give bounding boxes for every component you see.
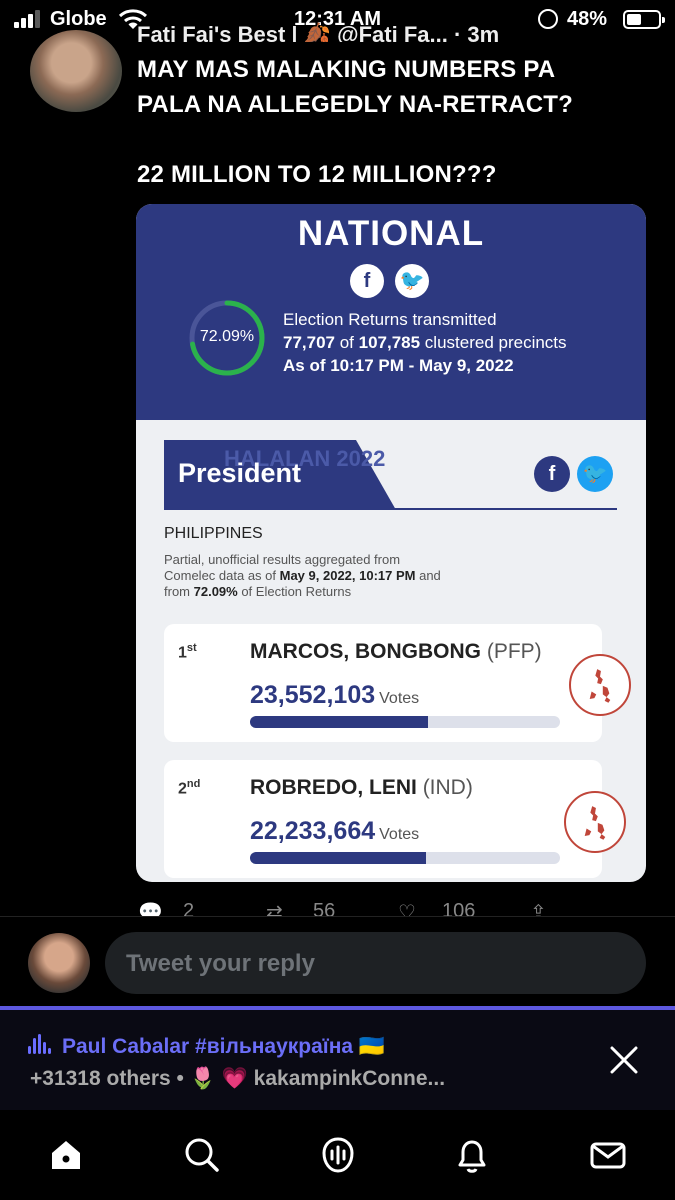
divider bbox=[0, 916, 675, 917]
tweet-author-line[interactable]: Fati Fai's Best | 🍂 @Fati Fa... · 3m bbox=[137, 22, 607, 42]
tweet-line: MAY MAS MALAKING NUMBERS PA bbox=[137, 56, 556, 83]
like-count: 106 bbox=[442, 900, 476, 916]
twitter-icon: 🐦 bbox=[577, 456, 613, 492]
rank-label: 1st bbox=[178, 642, 197, 662]
messages-icon[interactable] bbox=[588, 1135, 628, 1175]
vote-count: 23,552,103 Votes bbox=[250, 681, 420, 709]
battery-icon bbox=[623, 10, 665, 29]
space-listeners: +31318 others • 🌷 💗 kakampinkConne... bbox=[30, 1067, 446, 1090]
tweet-line: 22 MILLION TO 12 MILLION??? bbox=[137, 161, 497, 188]
vote-count: 22,233,664 Votes bbox=[250, 817, 420, 845]
candidate-party: (PFP) bbox=[486, 640, 542, 663]
note-text: of Election Returns bbox=[237, 584, 352, 599]
facebook-icon: f bbox=[350, 264, 384, 298]
note-text: from bbox=[164, 584, 194, 599]
percent-label: 72.09% bbox=[199, 328, 255, 345]
note-date: May 9, 2022, 10:17 PM bbox=[279, 568, 416, 583]
close-icon[interactable] bbox=[606, 1042, 642, 1078]
tweet-media-image[interactable]: NATIONAL f 🐦 72.09% Election Returns tra… bbox=[136, 204, 646, 882]
audio-wave-icon bbox=[28, 1034, 54, 1058]
votes-label: Votes bbox=[379, 826, 420, 843]
user-avatar[interactable] bbox=[28, 933, 90, 993]
spaces-banner[interactable] bbox=[0, 1010, 675, 1110]
twitter-icon: 🐦 bbox=[395, 264, 429, 298]
candidate-name: MARCOS, BONGBONG (PFP) bbox=[250, 640, 542, 663]
candidate-party: (IND) bbox=[422, 776, 473, 799]
rank-label: 2nd bbox=[178, 778, 201, 798]
retweet-icon[interactable]: ⇄ bbox=[266, 900, 283, 916]
reply-icon[interactable]: 💬 bbox=[138, 900, 163, 916]
facebook-icon: f bbox=[534, 456, 570, 492]
er-as-of: As of 10:17 PM - May 9, 2022 bbox=[283, 356, 514, 375]
election-returns-summary: Election Returns transmitted 77,707 of 1… bbox=[283, 308, 567, 377]
candidate-name: ROBREDO, LENI (IND) bbox=[250, 776, 473, 799]
note-line: Partial, unofficial results aggregated f… bbox=[164, 552, 401, 567]
country-label: PHILIPPINES bbox=[164, 525, 263, 542]
search-icon[interactable] bbox=[182, 1135, 222, 1175]
philippines-map-icon bbox=[564, 791, 626, 853]
note-text: and bbox=[415, 568, 441, 583]
er-of: of bbox=[335, 333, 359, 352]
share-icon[interactable]: ⇪ bbox=[530, 900, 547, 916]
tweet-actions: 💬 2 ⇄ 56 ♡ 106 ⇪ bbox=[0, 896, 675, 916]
reply-placeholder: Tweet your reply bbox=[126, 950, 315, 977]
vote-share-bar bbox=[250, 716, 560, 728]
vote-share-bar bbox=[250, 852, 560, 864]
candidate-card: 2nd ROBREDO, LENI (IND) 22,233,664 Votes bbox=[164, 760, 602, 878]
tweet-text: MAY MAS MALAKING NUMBERS PA PALA NA ALLE… bbox=[137, 52, 637, 192]
section-title: President bbox=[178, 458, 302, 488]
reply-count: 2 bbox=[183, 900, 195, 916]
philippines-map-icon bbox=[569, 654, 631, 716]
tweet-line: PALA NA ALLEGEDLY NA-RETRACT? bbox=[137, 91, 574, 118]
like-icon[interactable]: ♡ bbox=[398, 900, 416, 916]
author-avatar[interactable] bbox=[30, 30, 122, 112]
er-line: Election Returns transmitted bbox=[283, 310, 497, 329]
er-suffix: clustered precincts bbox=[420, 333, 567, 352]
notifications-icon[interactable] bbox=[452, 1135, 492, 1175]
votes-label: Votes bbox=[379, 690, 420, 707]
candidate-card: 1st MARCOS, BONGBONG (PFP) 23,552,103 Vot… bbox=[164, 624, 602, 742]
region-title: NATIONAL bbox=[297, 214, 485, 253]
note-text: Comelec data as of bbox=[164, 568, 280, 583]
space-host-name[interactable]: Paul Cabalar #вільнаукраїна 🇺🇦 bbox=[62, 1035, 385, 1059]
retweet-count: 56 bbox=[313, 900, 336, 916]
spaces-icon[interactable] bbox=[318, 1135, 358, 1175]
er-total: 107,785 bbox=[358, 333, 421, 352]
note-percent: 72.09% bbox=[193, 584, 238, 599]
section-divider bbox=[164, 508, 617, 510]
home-icon[interactable] bbox=[46, 1135, 86, 1175]
er-count: 77,707 bbox=[283, 333, 335, 352]
results-note: Partial, unofficial results aggregated f… bbox=[164, 552, 484, 600]
